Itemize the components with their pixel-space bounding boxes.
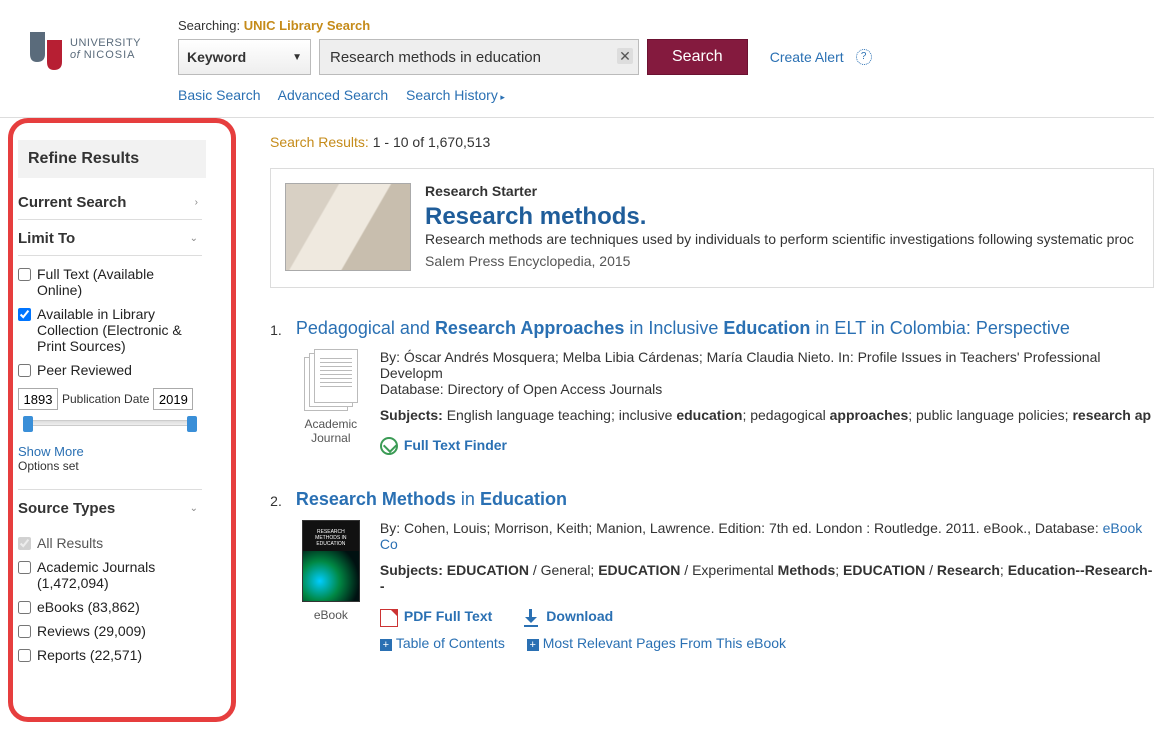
source-reviews[interactable]: Reviews (29,009): [18, 619, 202, 643]
starter-thumbnail: [285, 183, 411, 271]
slider-handle-from[interactable]: [23, 416, 33, 432]
search-button[interactable]: Search: [647, 39, 748, 75]
slider-handle-to[interactable]: [187, 416, 197, 432]
search-history-link[interactable]: Search History ▸: [406, 87, 505, 103]
result-title-link[interactable]: Research Methods in Education: [296, 489, 567, 509]
result-subjects: Subjects: English language teaching; inc…: [380, 407, 1154, 423]
table-of-contents-link[interactable]: +Table of Contents: [380, 635, 505, 651]
source-types-body: All Results Academic Journals (1,472,094…: [18, 525, 202, 677]
download-link[interactable]: Download: [522, 608, 613, 626]
search-sub-links: Basic Search Advanced Search Search Hist…: [178, 87, 1154, 103]
starter-desc: Research methods are techniques used by …: [425, 231, 1134, 247]
result-item: 2. Research Methods in Education eBook B…: [270, 489, 1154, 650]
date-slider[interactable]: [24, 420, 196, 426]
chevron-right-icon: ›: [195, 197, 198, 208]
header: UNIVERSITY of NICOSIA Searching: UNIC Li…: [0, 0, 1154, 118]
date-label: Publication Date: [62, 392, 149, 406]
refine-sidebar: Refine Results Current Search › Limit To…: [0, 118, 240, 687]
basic-search-link[interactable]: Basic Search: [178, 87, 260, 103]
ebook-thumbnail: [302, 520, 360, 602]
source-reports[interactable]: Reports (22,571): [18, 643, 202, 667]
result-subjects: Subjects: EDUCATION / General; EDUCATION…: [380, 562, 1154, 594]
result-number: 2.: [270, 489, 282, 650]
full-text-finder-icon: [380, 437, 398, 455]
limit-fulltext[interactable]: Full Text (Available Online): [18, 262, 202, 302]
clear-input-icon[interactable]: ✕: [617, 48, 633, 64]
result-meta: By: Óscar Andrés Mosquera; Melba Libia C…: [380, 349, 1154, 397]
facet-current-search[interactable]: Current Search ›: [18, 184, 202, 220]
expand-icon: +: [380, 639, 392, 651]
create-alert-link[interactable]: Create Alert: [770, 49, 844, 65]
pdf-icon: [380, 609, 398, 627]
research-starter: Research Starter Research methods. Resea…: [270, 168, 1154, 288]
brand-logo[interactable]: UNIVERSITY of NICOSIA: [28, 18, 178, 70]
options-set-label: Options set: [18, 459, 202, 479]
source-all-results[interactable]: All Results: [18, 531, 202, 555]
sub-actions: +Table of Contents +Most Relevant Pages …: [380, 635, 1154, 651]
caret-right-icon: ▸: [498, 92, 505, 102]
logo-text: UNIVERSITY of NICOSIA: [70, 38, 141, 61]
starter-tag: Research Starter: [425, 183, 1134, 199]
download-icon: [522, 609, 540, 627]
caret-down-icon: ▼: [292, 52, 302, 63]
expand-icon: +: [527, 639, 539, 651]
result-title-link[interactable]: Pedagogical and Research Approaches in I…: [296, 318, 1070, 338]
searching-label: Searching: UNIC Library Search: [178, 18, 1154, 33]
chevron-down-icon: ⌄: [190, 233, 198, 244]
results-pane: Search Results: 1 - 10 of 1,670,513 Rese…: [240, 118, 1154, 687]
results-count: Search Results: 1 - 10 of 1,670,513: [270, 134, 1154, 150]
full-text-finder-link[interactable]: Full Text Finder: [380, 437, 507, 455]
limit-library-collection[interactable]: Available in Library Collection (Electro…: [18, 302, 202, 358]
result-number: 1.: [270, 318, 282, 463]
advanced-search-link[interactable]: Advanced Search: [278, 87, 389, 103]
pdf-full-text-link[interactable]: PDF Full Text: [380, 608, 492, 626]
source-ebooks[interactable]: eBooks (83,862): [18, 595, 202, 619]
date-from-input[interactable]: [18, 388, 58, 410]
source-academic-journals[interactable]: Academic Journals (1,472,094): [18, 555, 202, 595]
publication-date-row: Publication Date: [18, 382, 202, 416]
result-type-col: Academic Journal: [296, 349, 366, 463]
main: Refine Results Current Search › Limit To…: [0, 118, 1154, 687]
help-icon[interactable]: ?: [856, 49, 872, 65]
most-relevant-pages-link[interactable]: +Most Relevant Pages From This eBook: [527, 635, 786, 651]
result-item: 1. Pedagogical and Research Approaches i…: [270, 318, 1154, 463]
result-type-col: eBook: [296, 520, 366, 650]
facet-limit-to[interactable]: Limit To ⌄: [18, 220, 202, 256]
facet-source-types[interactable]: Source Types ⌄: [18, 490, 202, 525]
limit-to-body: Full Text (Available Online) Available i…: [18, 256, 202, 490]
logo-icon: [28, 30, 64, 70]
starter-title-link[interactable]: Research methods.: [425, 203, 646, 230]
show-more-link[interactable]: Show More: [18, 436, 202, 459]
result-meta: By: Cohen, Louis; Morrison, Keith; Manio…: [380, 520, 1154, 552]
search-field-select[interactable]: Keyword ▼: [178, 39, 311, 75]
search-input[interactable]: [319, 39, 639, 75]
limit-peer-reviewed[interactable]: Peer Reviewed: [18, 358, 202, 382]
search-area: Searching: UNIC Library Search Keyword ▼…: [178, 18, 1154, 103]
starter-source: Salem Press Encyclopedia, 2015: [425, 253, 1134, 269]
chevron-down-icon: ⌄: [190, 503, 198, 514]
academic-journal-icon: [304, 349, 358, 411]
date-to-input[interactable]: [153, 388, 193, 410]
refine-results-heading: Refine Results: [18, 140, 206, 178]
